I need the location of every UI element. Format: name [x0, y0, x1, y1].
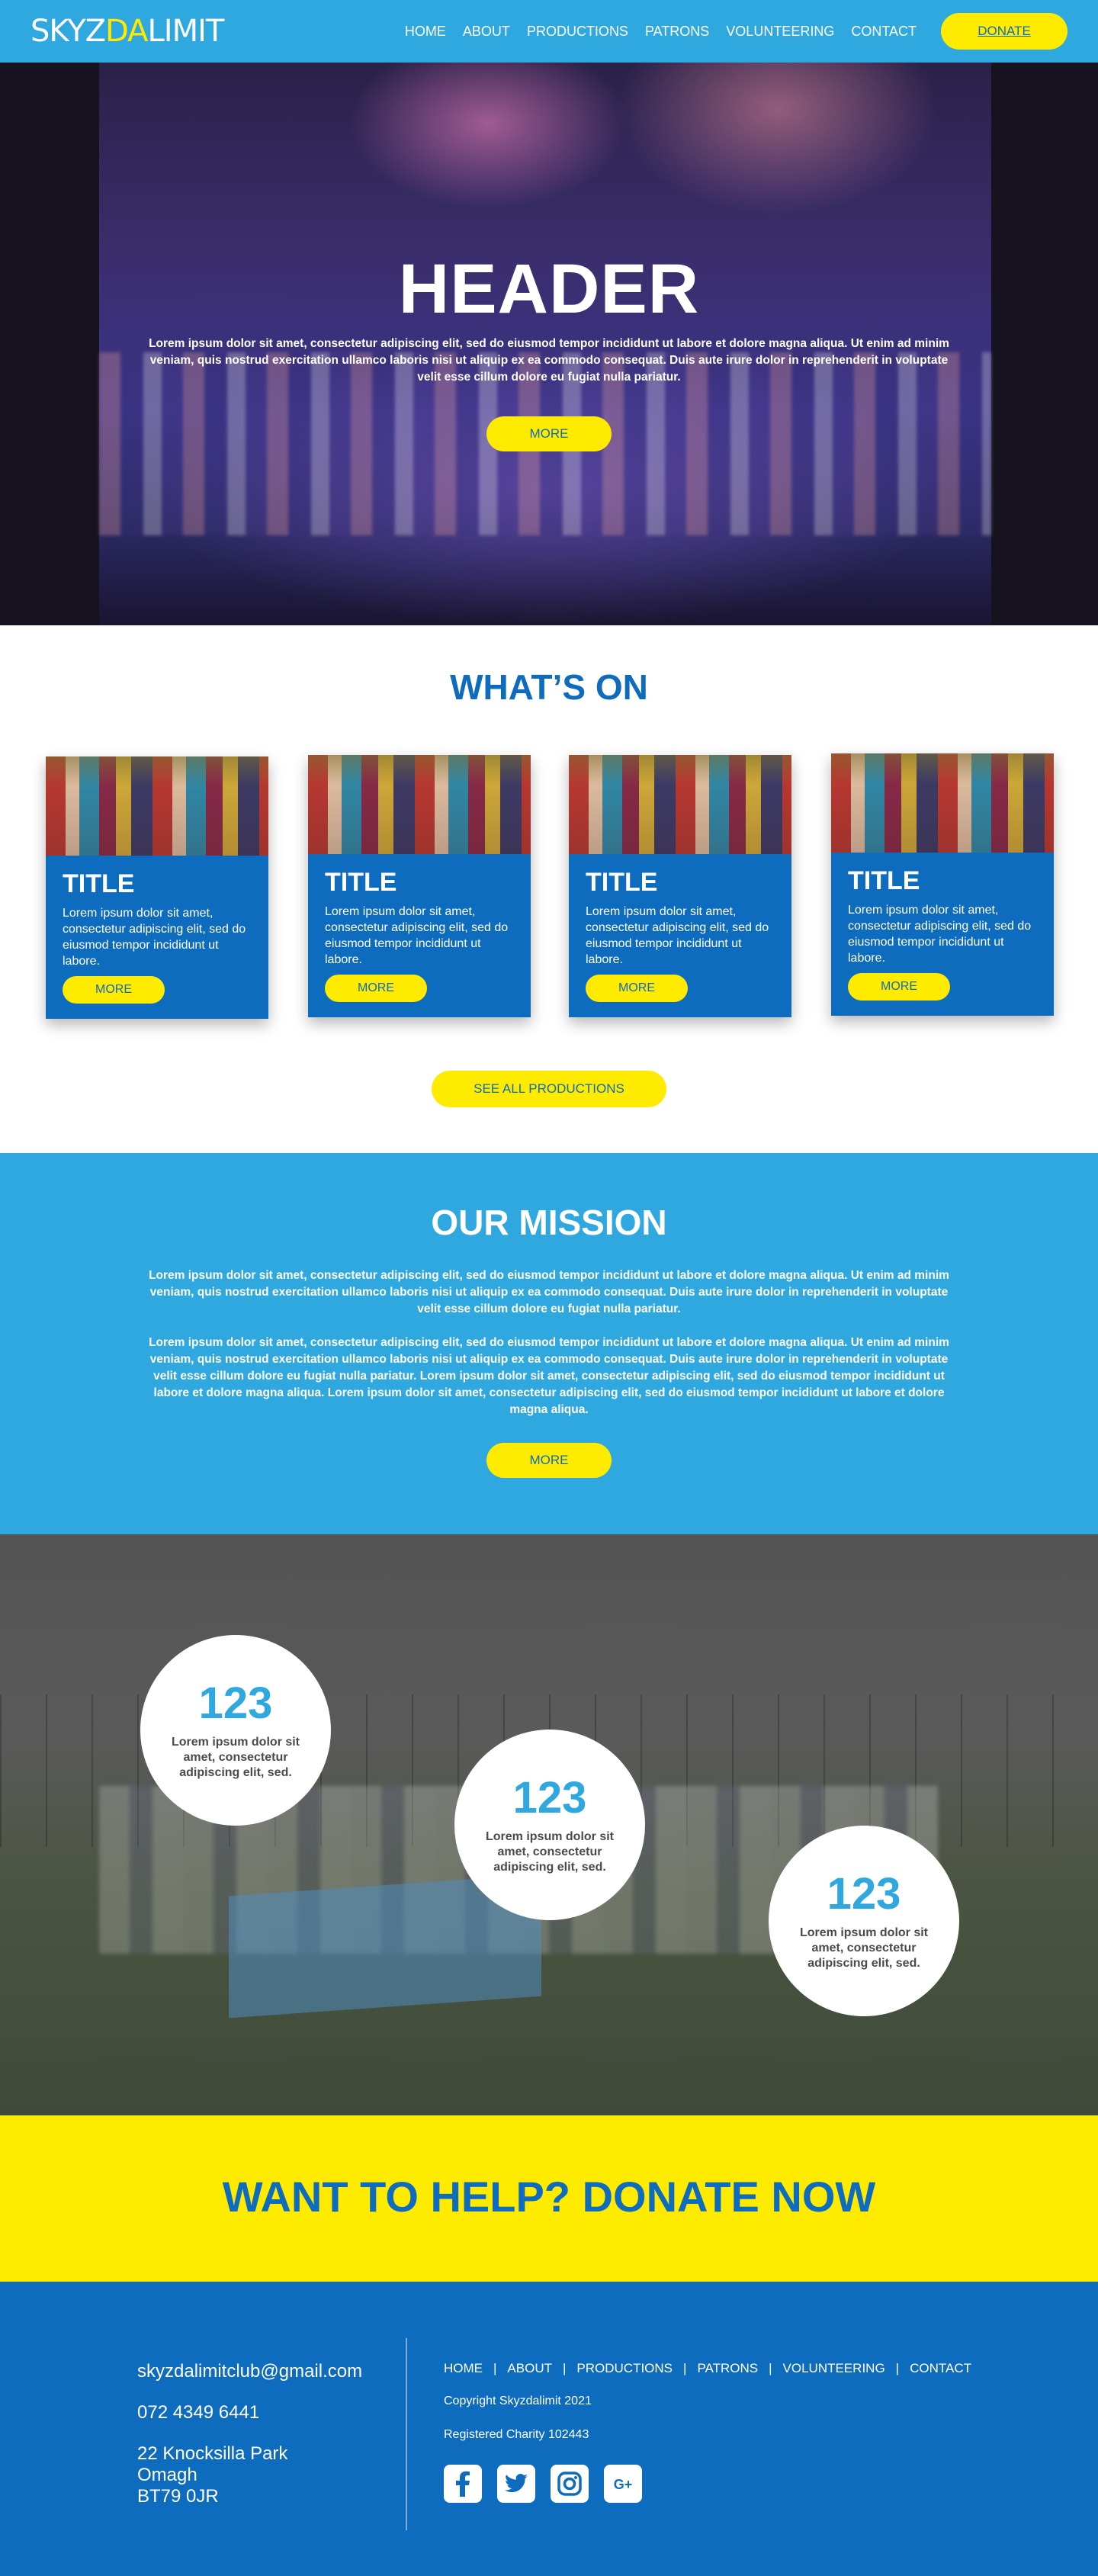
footer-link-volunteering[interactable]: VOLUNTEERING — [783, 2361, 885, 2376]
production-image — [308, 755, 531, 854]
card-title: TITLE — [848, 866, 920, 895]
logo-part-2: DA — [105, 14, 148, 49]
whats-on-title: WHAT’S ON — [450, 667, 648, 707]
card-more-button[interactable]: MORE — [325, 975, 427, 1002]
nav-link-productions[interactable]: PRODUCTIONS — [527, 24, 628, 40]
stat-number: 123 — [198, 1678, 273, 1728]
hero-section: HEADER Lorem ipsum dolor sit amet, conse… — [0, 63, 1098, 625]
mission-more-button[interactable]: MORE — [486, 1443, 612, 1478]
footer-separator: | — [562, 2361, 567, 2375]
production-card[interactable]: TITLE Lorem ipsum dolor sit amet, consec… — [308, 755, 531, 1017]
mission-paragraph-2: Lorem ipsum dolor sit amet, consectetur … — [149, 1336, 949, 1416]
footer-link-contact[interactable]: CONTACT — [910, 2361, 971, 2376]
stat-label: Lorem ipsum dolor sit amet, consectetur … — [171, 1736, 300, 1779]
card-more-button[interactable]: MORE — [848, 973, 950, 1001]
nav-link-patrons[interactable]: PATRONS — [645, 24, 709, 40]
production-image — [569, 755, 791, 854]
footer-divider — [406, 2338, 407, 2530]
donate-band[interactable]: WANT TO HELP? DONATE NOW — [0, 2115, 1098, 2282]
footer-charity-number: Registered Charity 102443 — [444, 2428, 589, 2441]
footer-link-patrons[interactable]: PATRONS — [697, 2361, 758, 2376]
card-more-button[interactable]: MORE — [586, 975, 688, 1002]
stat-label: Lorem ipsum dolor sit amet, consectetur … — [799, 1926, 928, 1970]
stat-number: 123 — [827, 1869, 901, 1919]
production-image — [46, 756, 268, 856]
footer-separator: | — [769, 2361, 772, 2375]
nav-link-volunteering[interactable]: VOLUNTEERING — [726, 24, 834, 40]
instagram-icon[interactable] — [551, 2465, 589, 2503]
mission-title: OUR MISSION — [431, 1203, 667, 1242]
top-navbar: SKYZ DA LIMIT HOME ABOUT PRODUCTIONS PATRO… — [0, 0, 1098, 63]
donate-cta-title[interactable]: WANT TO HELP? DONATE NOW — [0, 2172, 1098, 2221]
google-plus-icon-text: G+ — [614, 2477, 633, 2492]
footer-email[interactable]: skyzdalimitclub@gmail.com — [137, 2361, 362, 2382]
stat-circle: 123 Lorem ipsum dolor sit amet, consecte… — [454, 1730, 645, 1920]
footer-separator: | — [683, 2361, 687, 2375]
card-text: Lorem ipsum dolor sit amet, consectetur … — [848, 904, 1032, 965]
google-plus-icon[interactable]: G+ — [604, 2465, 642, 2503]
footer-link-about[interactable]: ABOUT — [507, 2361, 552, 2376]
stat-circle: 123 Lorem ipsum dolor sit amet, consecte… — [140, 1635, 331, 1826]
card-text: Lorem ipsum dolor sit amet, consectetur … — [63, 907, 246, 968]
stat-circle: 123 Lorem ipsum dolor sit amet, consecte… — [769, 1826, 959, 2016]
footer-link-productions[interactable]: PRODUCTIONS — [576, 2361, 673, 2376]
stat-label: Lorem ipsum dolor sit amet, consectetur … — [485, 1830, 614, 1874]
address-line: Omagh — [137, 2465, 197, 2485]
donate-button[interactable]: DONATE — [941, 13, 1068, 50]
logo-part-3: LIMIT — [147, 14, 225, 49]
card-title: TITLE — [63, 869, 135, 898]
stat-number: 123 — [512, 1773, 587, 1823]
whats-on-section: WHAT’S ON TITLE Lorem ipsum dolor sit am… — [0, 625, 1098, 1153]
production-card[interactable]: TITLE Lorem ipsum dolor sit amet, consec… — [569, 755, 791, 1017]
card-text: Lorem ipsum dolor sit amet, consectetur … — [325, 905, 509, 966]
nav-link-about[interactable]: ABOUT — [463, 24, 510, 40]
footer-copyright: Copyright Skyzdalimit 2021 — [444, 2395, 592, 2407]
footer-separator: | — [895, 2361, 900, 2375]
main-nav: HOME ABOUT PRODUCTIONS PATRONS VOLUNTEER… — [405, 24, 917, 40]
footer-nav: HOME | ABOUT | PRODUCTIONS | PATRONS | V… — [444, 2361, 971, 2376]
mission-paragraph-1: Lorem ipsum dolor sit amet, consectetur … — [149, 1269, 949, 1315]
see-all-productions-button[interactable]: SEE ALL PRODUCTIONS — [432, 1071, 666, 1107]
nav-link-home[interactable]: HOME — [405, 24, 446, 40]
hero-more-button[interactable]: MORE — [486, 416, 612, 451]
address-line: 22 Knocksilla Park — [137, 2443, 288, 2464]
footer-address: 22 Knocksilla Park Omagh BT79 0JR — [137, 2443, 287, 2507]
footer-link-home[interactable]: HOME — [444, 2361, 483, 2376]
production-card[interactable]: TITLE Lorem ipsum dolor sit amet, consec… — [46, 756, 268, 1019]
facebook-icon[interactable] — [444, 2465, 482, 2503]
hero-title: HEADER — [398, 250, 700, 328]
card-title: TITLE — [325, 868, 397, 897]
stats-section: 123 Lorem ipsum dolor sit amet, consecte… — [0, 1534, 1098, 2115]
twitter-icon[interactable] — [497, 2465, 535, 2503]
hero-stage-left — [0, 63, 99, 625]
card-title: TITLE — [586, 868, 658, 897]
card-more-button[interactable]: MORE — [63, 976, 165, 1004]
logo[interactable]: SKYZ DA LIMIT — [30, 14, 225, 49]
footer-phone[interactable]: 072 4349 6441 — [137, 2402, 259, 2423]
footer-separator: | — [493, 2361, 497, 2375]
hero-text: Lorem ipsum dolor sit amet, consectetur … — [149, 337, 949, 384]
mission-section: OUR MISSION Lorem ipsum dolor sit amet, … — [0, 1153, 1098, 1534]
hero-stage-right — [991, 63, 1098, 625]
address-line: BT79 0JR — [137, 2486, 219, 2507]
footer: skyzdalimitclub@gmail.com 072 4349 6441 … — [0, 2282, 1098, 2576]
production-card[interactable]: TITLE Lorem ipsum dolor sit amet, consec… — [831, 753, 1054, 1016]
card-text: Lorem ipsum dolor sit amet, consectetur … — [586, 905, 769, 966]
logo-part-1: SKYZ — [30, 14, 106, 49]
nav-link-contact[interactable]: CONTACT — [851, 24, 917, 40]
production-image — [831, 753, 1054, 853]
